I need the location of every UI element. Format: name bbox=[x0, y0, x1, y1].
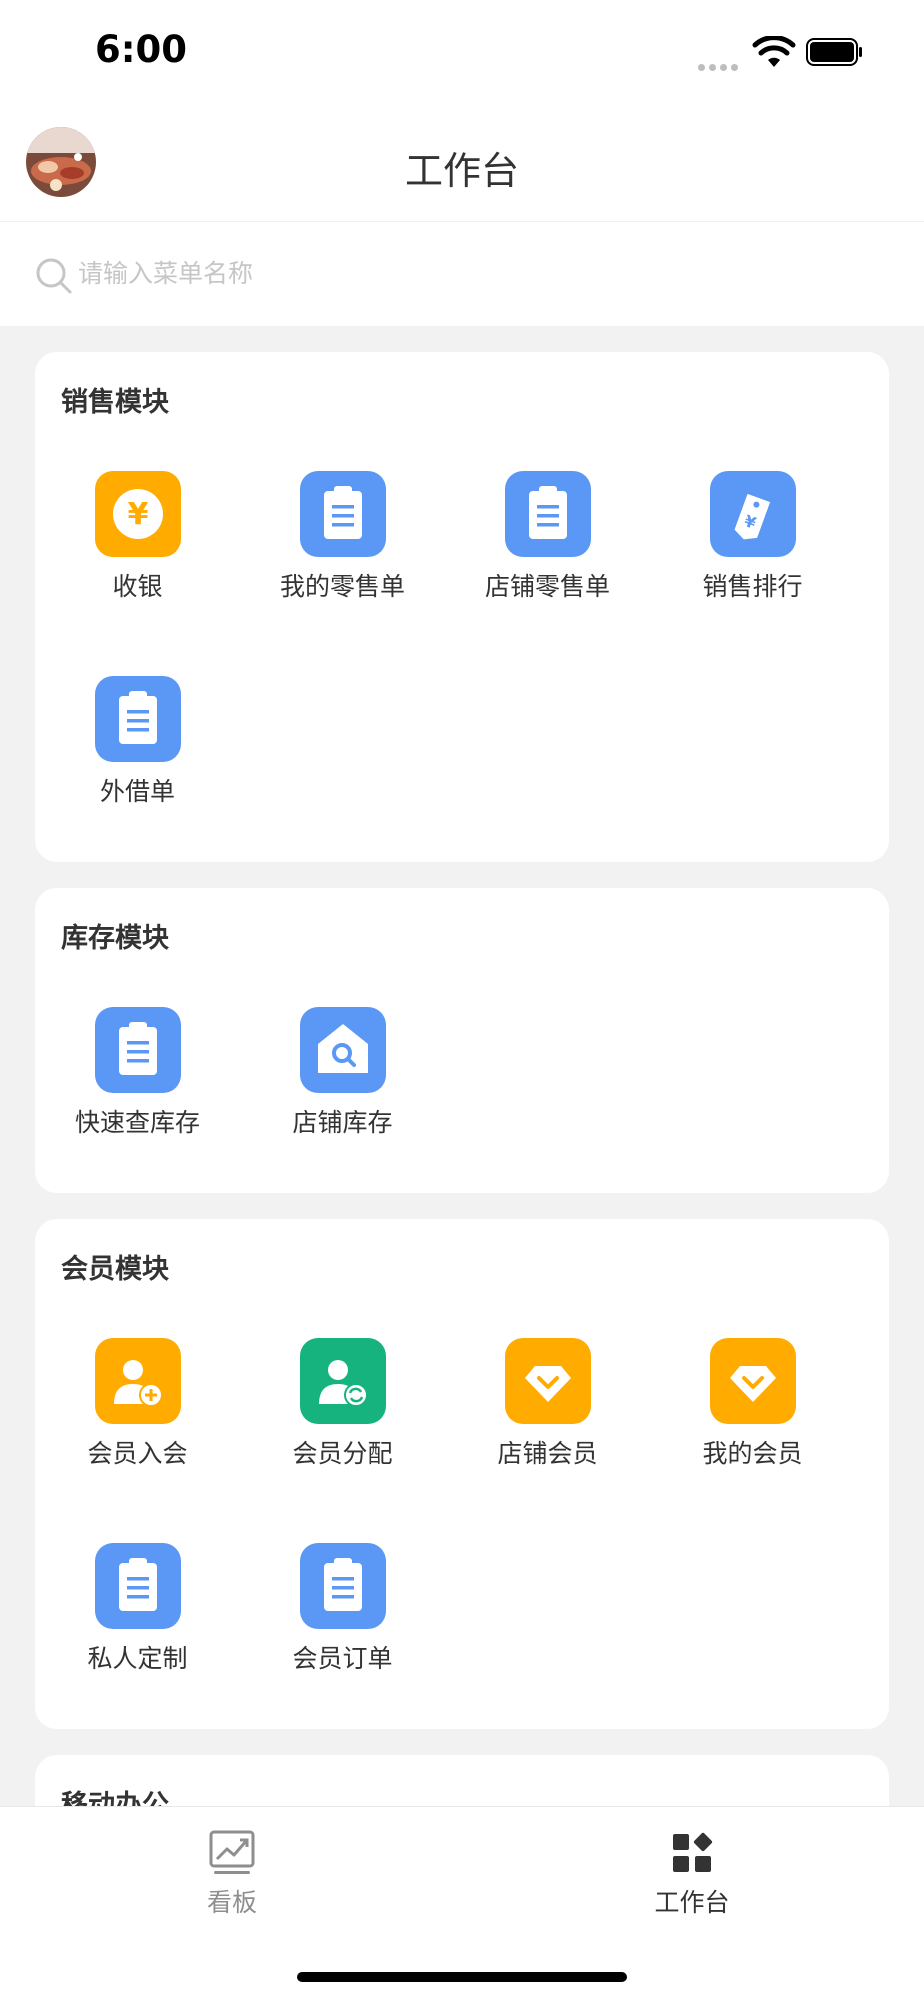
menu-item-my-members[interactable]: 我的会员 bbox=[650, 1338, 855, 1488]
diamond-icon bbox=[505, 1338, 591, 1424]
clipboard-icon bbox=[300, 471, 386, 557]
menu-item-custom-orders[interactable]: 私人定制 bbox=[35, 1543, 240, 1693]
menu-item-my-retail-orders[interactable]: 我的零售单 bbox=[240, 471, 445, 621]
menu-item-member-join[interactable]: 会员入会 bbox=[35, 1338, 240, 1488]
menu-item-store-stock[interactable]: 店铺库存 bbox=[240, 1007, 445, 1157]
menu-item-member-orders[interactable]: 会员订单 bbox=[240, 1543, 445, 1693]
status-time: 6:00 bbox=[95, 28, 188, 71]
price-tag-icon: ¥ bbox=[710, 471, 796, 557]
home-indicator bbox=[297, 1972, 627, 1982]
search-icon bbox=[36, 258, 72, 294]
clipboard-icon bbox=[505, 471, 591, 557]
clipboard-icon bbox=[95, 676, 181, 762]
chart-trend-icon bbox=[209, 1830, 255, 1874]
svg-text:¥: ¥ bbox=[128, 497, 149, 532]
search-bar bbox=[0, 222, 924, 326]
store-search-icon bbox=[300, 1007, 386, 1093]
tab-bar: 看板 工作台 bbox=[0, 1806, 924, 2000]
header: 工作台 bbox=[0, 100, 924, 222]
section-inventory: 库存模块 快速查库存 店铺库存 bbox=[35, 888, 889, 1193]
menu-item-quick-stock-check[interactable]: 快速查库存 bbox=[35, 1007, 240, 1157]
cellular-signal-icon bbox=[698, 56, 742, 75]
menu-item-member-assign[interactable]: 会员分配 bbox=[240, 1338, 445, 1488]
menu-item-cashier[interactable]: ¥ 收银 bbox=[35, 471, 240, 621]
section-sales: 销售模块 ¥ 收银 我的零售单 店铺零售单 ¥ 销售排行 外借单 bbox=[35, 352, 889, 862]
section-title: 销售模块 bbox=[61, 387, 169, 418]
grid-apps-icon bbox=[673, 1832, 713, 1872]
menu-item-loan-orders[interactable]: 外借单 bbox=[35, 676, 240, 826]
status-bar: 6:00 bbox=[0, 0, 924, 100]
clipboard-icon bbox=[300, 1543, 386, 1629]
user-transfer-icon bbox=[300, 1338, 386, 1424]
search-input[interactable] bbox=[78, 248, 858, 298]
tab-dashboard[interactable]: 看板 bbox=[142, 1825, 322, 1925]
clipboard-icon bbox=[95, 1543, 181, 1629]
page-title: 工作台 bbox=[404, 149, 519, 193]
clipboard-icon bbox=[95, 1007, 181, 1093]
menu-item-store-members[interactable]: 店铺会员 bbox=[445, 1338, 650, 1488]
diamond-icon bbox=[710, 1338, 796, 1424]
tab-workbench[interactable]: 工作台 bbox=[602, 1825, 782, 1925]
battery-icon bbox=[806, 38, 862, 66]
section-members: 会员模块 会员入会 会员分配 店铺会员 我的会员 私人定制 会员订单 bbox=[35, 1219, 889, 1729]
wifi-icon bbox=[752, 36, 796, 67]
yen-coin-icon: ¥ bbox=[95, 471, 181, 557]
menu-item-sales-ranking[interactable]: ¥ 销售排行 bbox=[650, 471, 855, 621]
section-title: 会员模块 bbox=[61, 1254, 169, 1285]
section-title: 库存模块 bbox=[61, 923, 169, 954]
user-add-icon bbox=[95, 1338, 181, 1424]
menu-item-store-retail-orders[interactable]: 店铺零售单 bbox=[445, 471, 650, 621]
